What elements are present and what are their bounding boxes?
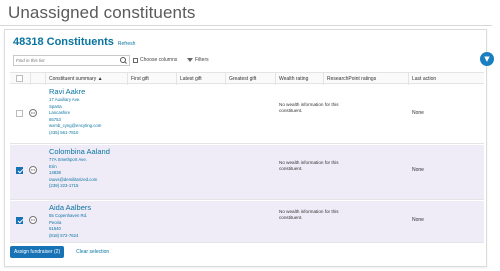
constituent-name-link[interactable]: Ravi Aakre	[49, 87, 85, 96]
row-checkbox[interactable]	[16, 217, 23, 224]
address-line: 65753	[49, 116, 61, 122]
column-header-first-gift[interactable]: First gift	[131, 76, 149, 82]
filter-toggle-icon: ▼	[484, 55, 490, 63]
search-box[interactable]	[13, 55, 130, 66]
choose-columns-label: Choose columns	[140, 57, 178, 63]
column-header-wealth-rating[interactable]: Wealth rating	[279, 76, 308, 82]
filter-toggle-button[interactable]: ▼	[480, 52, 494, 66]
table-row[interactable]: ••• Ravi Aakre 17 Auxiliary Ave. Sparta …	[10, 84, 484, 144]
more-options-icon[interactable]: •••	[29, 109, 37, 117]
phone-number: (818) 572-7624	[49, 232, 79, 238]
constituent-address: 17 Auxiliary Ave. Sparta Lancashire 6575…	[49, 97, 101, 137]
row-checkbox[interactable]	[16, 167, 23, 174]
last-action-value: None	[412, 167, 424, 173]
wealth-rating-value: No wealth information for this constitue…	[279, 209, 339, 221]
table-row[interactable]: ••• Colombina Aaland 77A Smethport Ave. …	[10, 145, 484, 200]
address-line: Erin	[49, 163, 57, 169]
column-header-greatest-gift[interactable]: Greatest gift	[229, 76, 256, 82]
constituent-count: 48318 Constituents	[13, 36, 114, 48]
filters-button[interactable]: Filters	[187, 57, 209, 63]
constituent-name-link[interactable]: Aida Aalbers	[49, 203, 91, 212]
more-options-icon[interactable]: •••	[29, 166, 37, 174]
title-divider	[0, 25, 492, 26]
more-options-icon[interactable]: •••	[29, 216, 37, 224]
constituent-address: 77A Smethport Ave. Erin 14838 rauvs@demi…	[49, 157, 97, 190]
column-header-summary[interactable]: Constituent summary ▲	[49, 76, 103, 82]
email-link[interactable]: rauvs@demilitarized.com	[49, 177, 97, 184]
wealth-rating-value: No wealth information for this constitue…	[279, 160, 339, 172]
row-checkbox[interactable]	[16, 110, 23, 117]
column-header-researchpoint[interactable]: ResearchPoint ratings	[327, 76, 376, 82]
wealth-rating-value: No wealth information for this constitue…	[279, 102, 339, 114]
address-line: 17 Auxiliary Ave.	[49, 97, 81, 102]
window: Unassigned constituents 48318 Constituen…	[0, 0, 500, 271]
address-line: Sparta	[49, 103, 62, 109]
columns-icon	[133, 57, 138, 63]
last-action-value: None	[412, 217, 424, 223]
choose-columns-button[interactable]: Choose columns	[133, 57, 177, 63]
select-all-checkbox[interactable]	[16, 75, 23, 82]
address-line: Lancashire	[49, 110, 71, 116]
refresh-link[interactable]: Refresh	[118, 41, 136, 47]
clear-selection-link[interactable]: Clear selection	[76, 249, 109, 255]
page-title: Unassigned constituents	[8, 3, 196, 22]
column-header-latest-gift[interactable]: Latest gift	[180, 76, 202, 82]
phone-number: (435) 561-7810	[49, 129, 79, 135]
table-row[interactable]: ••• Aida Aalbers 55 Copenhaven Rd. Peori…	[10, 201, 484, 243]
address-line: 14838	[49, 170, 61, 176]
address-line: 77A Smethport Ave.	[49, 157, 87, 162]
address-line: 55 Copenhaven Rd.	[49, 213, 88, 218]
search-icon[interactable]	[120, 57, 127, 64]
email-link[interactable]: wxmb_cyng@encyting.com	[49, 123, 101, 130]
filter-icon	[187, 58, 193, 62]
constituent-address: 55 Copenhaven Rd. Peoria 61640 (818) 572…	[49, 213, 87, 239]
column-header-last-action[interactable]: Last action	[412, 76, 436, 82]
constituents-panel: 48318 Constituents Refresh Choose column…	[4, 29, 487, 267]
assign-fundraiser-button[interactable]: Assign fundraiser (2)	[10, 246, 65, 258]
constituent-name-link[interactable]: Colombina Aaland	[49, 147, 110, 156]
address-line: Peoria	[49, 219, 62, 225]
search-input[interactable]	[16, 56, 116, 65]
filters-label: Filters	[195, 57, 209, 63]
address-line: 61640	[49, 226, 61, 232]
last-action-value: None	[412, 110, 424, 116]
selection-footer: Assign fundraiser (2) Clear selection	[10, 246, 109, 258]
list-header: 48318 Constituents Refresh	[13, 36, 135, 48]
phone-number: (239) 223-1715	[49, 183, 79, 189]
grid-header: Constituent summary ▲ First gift Latest …	[10, 72, 484, 85]
